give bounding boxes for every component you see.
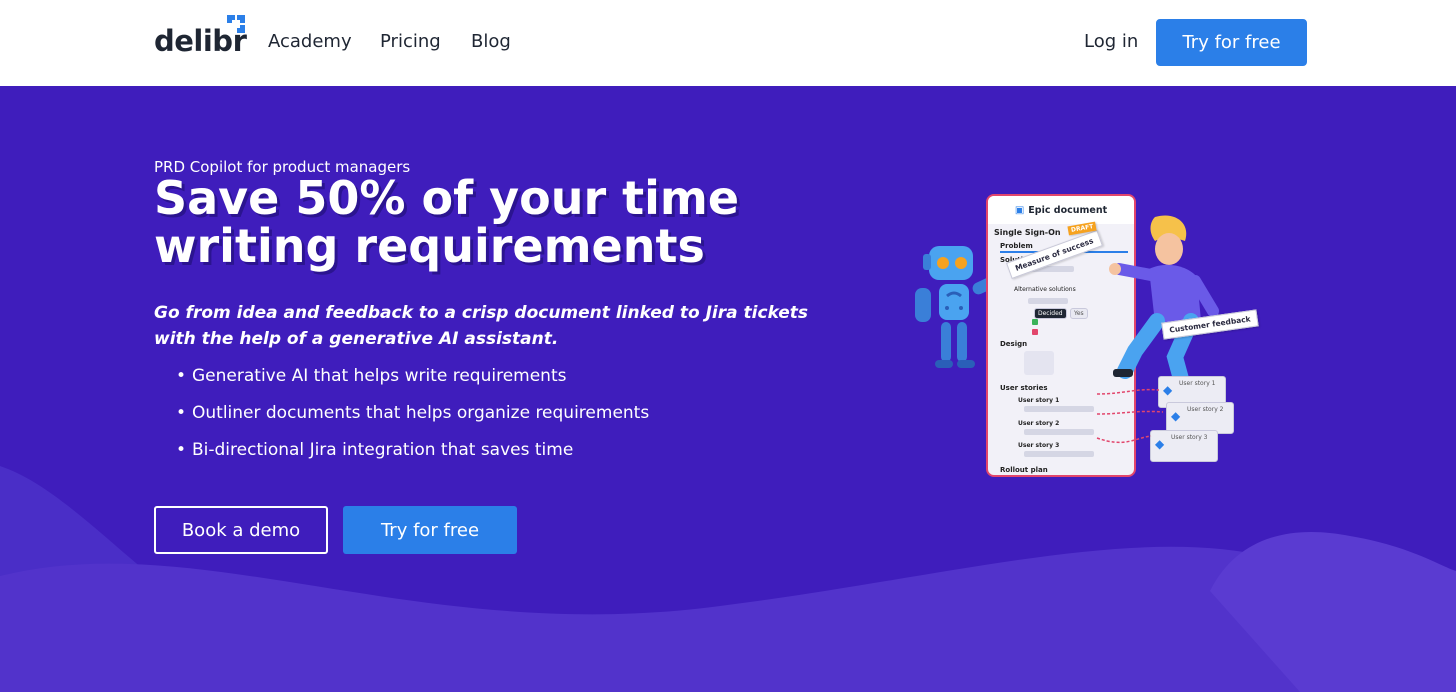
doc-subtitle: Single Sign-On [994,228,1061,237]
alt-solutions-label: Alternative solutions [1014,286,1076,293]
placeholder-bar [1024,451,1094,457]
logo-mark-icon [227,15,245,33]
hero-subhead: Go from idea and feedback to a crisp doc… [154,303,809,349]
hero-headline: Save 50% of your time writing requiremen… [154,171,740,273]
doc-title-text: Epic document [1028,204,1108,216]
product-illustration: ▣ Epic document Single Sign-On Problem S… [900,186,1260,486]
nav-pricing[interactable]: Pricing [380,31,441,52]
jira-icon: ◆ [1171,409,1181,423]
jira-card-label: User story 3 [1171,434,1208,441]
placeholder-bar [1024,406,1094,412]
book-demo-button[interactable]: Book a demo [154,506,328,554]
feature-list: Generative AI that helps write requireme… [172,364,649,475]
delibr-logo[interactable]: delibr [154,15,264,60]
link-lines [1096,388,1164,444]
section-problem: Problem [1000,242,1033,250]
feature-item: Generative AI that helps write requireme… [172,364,649,401]
delibr-mark-icon: ▣ [1014,204,1025,216]
section-design: Design [1000,340,1028,348]
nav-blog[interactable]: Blog [471,31,511,52]
decided-chip: Decided [1034,308,1067,319]
user-story-label: User story 3 [1018,442,1060,449]
jira-card-label: User story 2 [1187,406,1224,413]
nav-academy[interactable]: Academy [268,31,352,52]
cross-icon [1032,329,1038,335]
user-story-label: User story 1 [1018,397,1060,404]
hero-section: PRD Copilot for product managers Save 50… [0,86,1456,692]
feature-item: Outliner documents that helps organize r… [172,401,649,438]
try-free-button[interactable]: Try for free [343,506,517,554]
person-illustration [1109,215,1219,387]
placeholder-bar [1024,429,1094,435]
header-try-free-button[interactable]: Try for free [1156,19,1307,66]
figma-icon [1024,351,1054,375]
site-header: delibr Academy Pricing Blog Log in Try f… [0,0,1456,86]
check-icon [1032,319,1038,325]
feature-item: Bi-directional Jira integration that sav… [172,438,649,475]
user-story-label: User story 2 [1018,420,1060,427]
placeholder-bar [1028,298,1068,304]
section-user-stories: User stories [1000,384,1048,392]
login-link[interactable]: Log in [1084,31,1138,52]
section-rollout: Rollout plan [1000,466,1048,474]
yes-chip: Yes [1070,308,1088,319]
jira-card-label: User story 1 [1179,380,1216,387]
